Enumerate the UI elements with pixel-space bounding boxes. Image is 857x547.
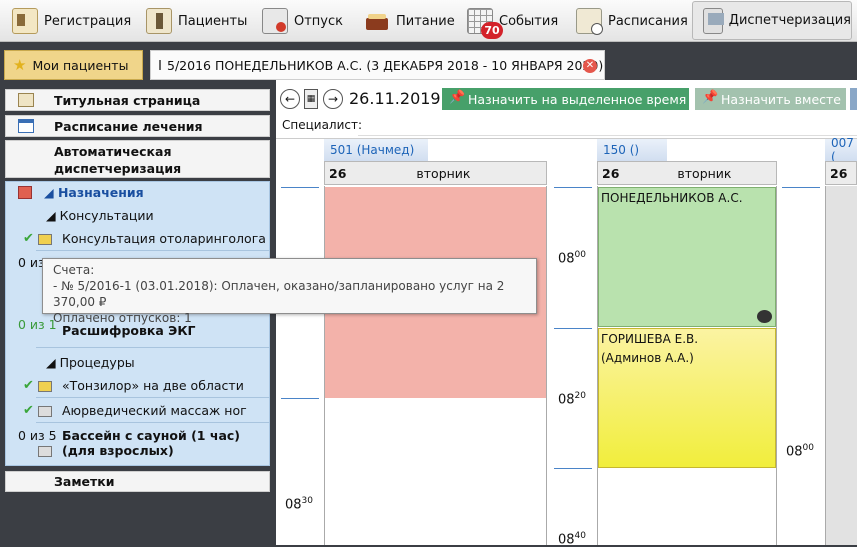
room-150-header[interactable]: 150 () (597, 139, 667, 161)
title-page-icon (18, 93, 34, 107)
done-check-icon: ✔ (23, 231, 34, 246)
nav-auto-dispatch[interactable]: Автоматическая диспетчеризация (5, 140, 270, 178)
done-check-icon: ✔ (23, 403, 34, 418)
pool-count: 0 из 5 (18, 428, 57, 443)
toolbar-patients[interactable]: Пациенты (146, 0, 247, 42)
registration-icon (12, 8, 38, 34)
star-icon: ★ (13, 56, 27, 74)
tab-my-patients[interactable]: ★ Мои пациенты (4, 50, 143, 80)
day-header-col1: 26 вторник (324, 161, 547, 185)
food-icon (364, 8, 390, 34)
room-501-header[interactable]: 501 (Начмед) (324, 139, 428, 161)
tab-patient[interactable]: 5/2016 ПОНЕДЕЛЬНИКОВ А.С. (3 ДЕКАБРЯ 201… (150, 50, 605, 80)
pin-icon: 📌 (702, 90, 719, 105)
col3-slots[interactable] (825, 186, 857, 545)
proc-group[interactable]: ◢ Процедуры (46, 355, 135, 370)
current-date: 26.11.2019 (349, 89, 441, 108)
toolbar-dispense[interactable]: Отпуск (262, 0, 343, 42)
time-label: 0820 (558, 391, 586, 408)
ekg-count: 0 из 1 (18, 317, 57, 332)
day-header-col3: 26 (825, 161, 857, 185)
prev-arrow-icon[interactable]: ← (280, 89, 300, 109)
assignments-header[interactable]: ◢ Назначения (44, 185, 144, 200)
appointment-card[interactable]: ПОНЕДЕЛЬНИКОВ А.С. (598, 187, 776, 327)
time-label: 0800 (786, 443, 814, 460)
specialist-field[interactable] (358, 116, 857, 136)
events-badge: 70 (481, 22, 503, 39)
service-icon (38, 446, 52, 457)
tonsil-item[interactable]: «Тонзилор» на две области (62, 378, 244, 393)
toolbar-dispatch[interactable]: Диспетчеризация (692, 1, 852, 40)
overflow-button[interactable] (850, 88, 857, 110)
assignments-icon (18, 186, 32, 199)
time-label: 0800 (558, 250, 586, 267)
consult-item[interactable]: Консультация отоларинголога (62, 231, 266, 246)
toolbar-events[interactable]: События 70 (467, 0, 558, 42)
close-tab-icon[interactable]: ✕ (583, 59, 597, 73)
nav-treatment-schedule[interactable]: Расписание лечения (5, 115, 270, 137)
nav-notes[interactable]: Заметки (5, 471, 270, 492)
patients-icon (146, 8, 172, 34)
card-icon (159, 60, 161, 70)
calendar-picker-icon[interactable]: ▦ (304, 89, 318, 109)
tab-strip: ★ Мои пациенты 5/2016 ПОНЕДЕЛЬНИКОВ А.С.… (0, 42, 857, 80)
invoice-tooltip: Счета: - № 5/2016-1 (03.01.2018): Оплаче… (42, 258, 537, 325)
service-icon (38, 381, 52, 392)
schedules-icon (576, 8, 603, 35)
dispense-icon (262, 8, 288, 34)
service-icon (38, 234, 52, 245)
ayur-item[interactable]: Аюрведический массаж ног (62, 403, 247, 418)
main-toolbar: Регистрация Пациенты Отпуск Питание Собы… (0, 0, 857, 42)
assign-together-button[interactable]: 📌 Назначить вместе (695, 88, 846, 110)
calendar-icon (18, 119, 34, 133)
toolbar-food[interactable]: Питание (364, 0, 455, 42)
toolbar-registration[interactable]: Регистрация (12, 0, 131, 42)
day-header-col2: 26 вторник (597, 161, 777, 185)
coins-icon (757, 310, 772, 323)
appointment-card[interactable]: ГОРИШЕВА Е.В. (Админов А.А.) (598, 328, 776, 468)
assign-selected-time-button[interactable]: 📌 Назначить на выделенное время (442, 88, 689, 110)
toolbar-schedules[interactable]: Расписания (576, 0, 688, 42)
dispatch-icon (703, 7, 724, 34)
done-check-icon: ✔ (23, 378, 34, 393)
pin-icon: 📌 (449, 90, 466, 105)
nav-title-page[interactable]: Титульная страница (5, 89, 270, 111)
room-007-header[interactable]: 007 ( (825, 136, 857, 164)
service-icon (38, 406, 52, 417)
specialist-label: Специалист: (282, 118, 363, 132)
time-label: 0830 (285, 496, 313, 513)
next-arrow-icon[interactable]: → (323, 89, 343, 109)
pool-label[interactable]: Бассейн с сауной (1 час) (для взрослых) (62, 428, 267, 458)
consult-group[interactable]: ◢ Консультации (46, 208, 154, 223)
